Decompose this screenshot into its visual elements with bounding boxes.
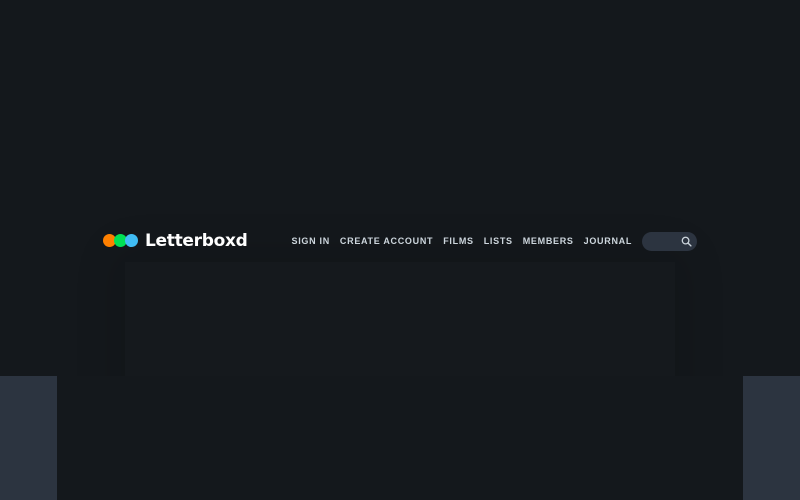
nav-films[interactable]: FILMS — [443, 236, 474, 246]
logo-dot-blue — [125, 234, 138, 247]
page: Letterboxd SIGN IN CREATE ACCOUNT FILMS … — [0, 0, 800, 500]
content-area — [57, 376, 743, 500]
search-icon[interactable] — [681, 236, 692, 247]
backdrop-right-edge — [743, 376, 800, 500]
nav-lists[interactable]: LISTS — [484, 236, 513, 246]
site-header: Letterboxd SIGN IN CREATE ACCOUNT FILMS … — [103, 229, 713, 253]
search-box — [642, 231, 713, 251]
backdrop-left-edge — [0, 376, 57, 500]
nav-journal[interactable]: JOURNAL — [584, 236, 632, 246]
logo-wordmark: Letterboxd — [145, 231, 248, 251]
logo-dots-icon — [103, 234, 139, 248]
nav-members[interactable]: MEMBERS — [523, 236, 574, 246]
site-logo[interactable]: Letterboxd — [103, 231, 248, 251]
main-nav: SIGN IN CREATE ACCOUNT FILMS LISTS MEMBE… — [292, 236, 633, 246]
nav-sign-in[interactable]: SIGN IN — [292, 236, 330, 246]
nav-create-account[interactable]: CREATE ACCOUNT — [340, 236, 433, 246]
